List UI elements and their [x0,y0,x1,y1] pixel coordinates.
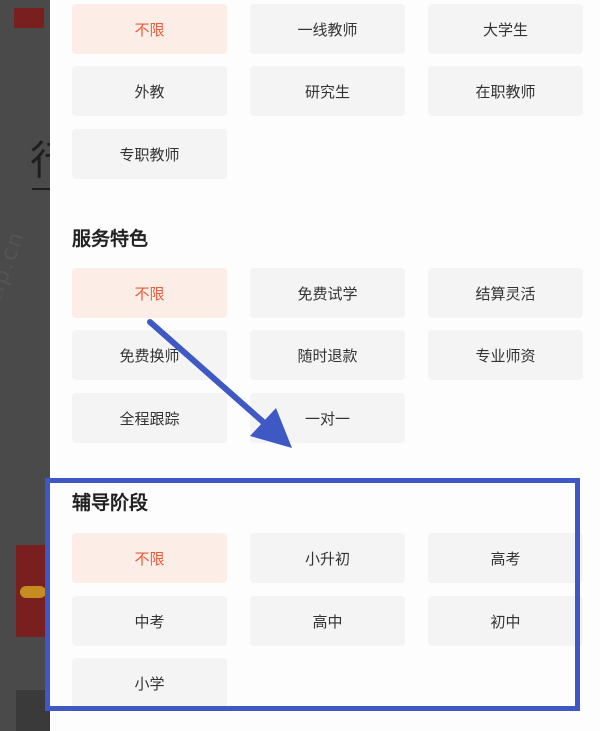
service-feature-option[interactable]: 专业师资 [428,330,583,380]
teacher-type-option[interactable]: 研究生 [250,66,405,116]
teacher-type-option[interactable]: 大学生 [428,4,583,54]
teacher-type-option[interactable]: 外教 [72,66,227,116]
service-feature-option[interactable]: 不限 [72,268,227,318]
service-feature-option[interactable]: 随时退款 [250,330,405,380]
service-feature-option[interactable]: 结算灵活 [428,268,583,318]
service-feature-option[interactable]: 全程跟踪 [72,393,227,443]
teacher-type-option[interactable]: 一线教师 [250,4,405,54]
service-features-title: 服务特色 [72,228,149,250]
teacher-type-option[interactable]: 专职教师 [72,129,227,179]
teacher-type-option[interactable]: 在职教师 [428,66,583,116]
service-feature-option[interactable]: 免费换师 [72,330,227,380]
background-page: 行 [0,0,70,731]
annotation-highlight-box [45,478,580,711]
service-feature-option[interactable]: 一对一 [250,393,405,443]
service-feature-option[interactable]: 免费试学 [250,268,405,318]
app-logo [14,8,44,28]
background-divider [32,188,50,190]
teacher-type-option[interactable]: 不限 [72,4,227,54]
background-card-badge [20,586,46,598]
